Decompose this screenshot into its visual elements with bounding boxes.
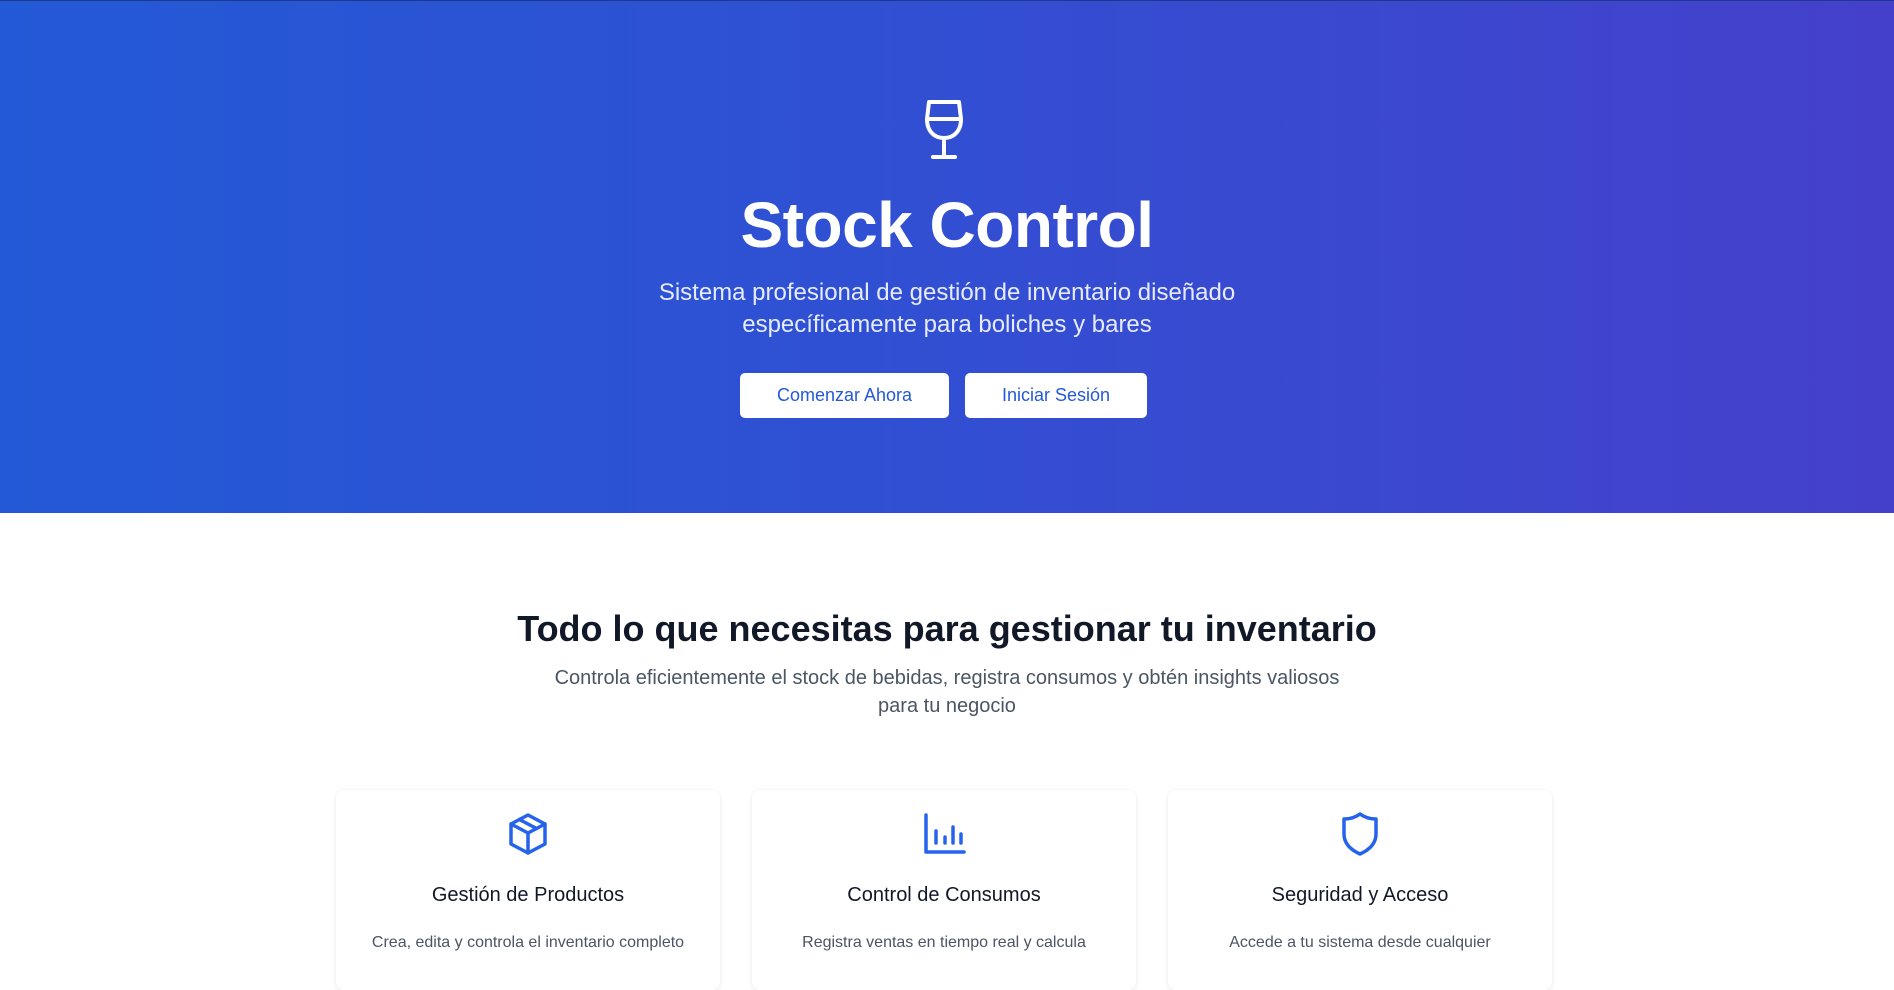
card-text: Crea, edita y controla el inventario com…	[371, 934, 685, 951]
wine-glass-icon	[925, 100, 963, 159]
feature-cards: Gestión de Productos Crea, edita y contr…	[336, 790, 1552, 990]
card-title: Gestión de Productos	[431, 884, 625, 906]
hero-buttons: Comenzar Ahora Iniciar Sesión	[740, 373, 1147, 418]
bar-chart-icon	[924, 813, 966, 854]
features-title: Todo lo que necesitas para gestionar tu …	[517, 608, 1377, 649]
login-button[interactable]: Iniciar Sesión	[965, 373, 1147, 418]
card-title: Control de Consumos	[847, 884, 1041, 906]
start-now-button[interactable]: Comenzar Ahora	[740, 373, 949, 418]
card-title: Seguridad y Acceso	[1271, 884, 1449, 906]
feature-card-security: Seguridad y Acceso Accede a tu sistema d…	[1168, 790, 1552, 990]
features-subtitle: Controla eficientemente el stock de bebi…	[554, 667, 1340, 717]
page-title: Stock Control	[740, 189, 1154, 261]
card-text: Registra ventas en tiempo real y calcula	[802, 934, 1086, 951]
hero-subtitle: Sistema profesional de gestión de invent…	[658, 279, 1236, 338]
card-text: Accede a tu sistema desde cualquier	[1229, 934, 1491, 951]
package-icon	[509, 813, 547, 855]
feature-card-consumption: Control de Consumos Registra ventas en t…	[752, 790, 1136, 990]
feature-card-products: Gestión de Productos Crea, edita y contr…	[336, 790, 720, 990]
hero-section: Stock Control Sistema profesional de ges…	[0, 0, 1894, 513]
shield-icon	[1342, 812, 1378, 856]
